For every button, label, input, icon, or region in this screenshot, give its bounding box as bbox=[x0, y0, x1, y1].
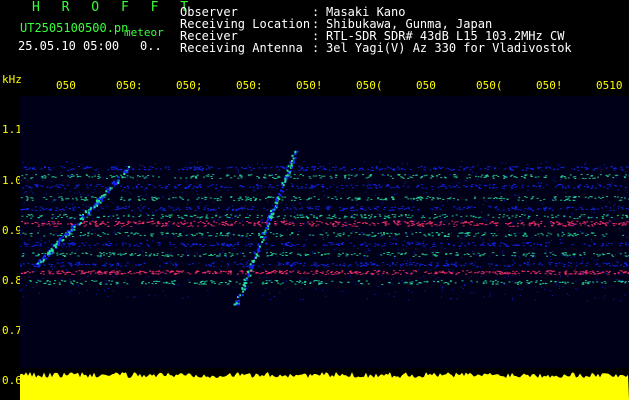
x-tick-label: 050! bbox=[296, 79, 323, 92]
app-title: H R O F F T bbox=[32, 0, 196, 15]
x-tick-label: 050 bbox=[56, 79, 76, 92]
x-tick-label: 050! bbox=[536, 79, 563, 92]
y-axis-unit: kHz bbox=[2, 73, 22, 86]
file-name: UT2505100500.pn bbox=[20, 21, 129, 35]
spectrogram-plot bbox=[20, 96, 629, 368]
info-key-antenna: Receiving Antenna bbox=[180, 41, 303, 55]
hrofft-window: { "header": { "title": "H R O F F T", "f… bbox=[0, 0, 629, 400]
x-tick-label: 050; bbox=[176, 79, 203, 92]
info-value-antenna: 3el Yagi(V) Az 330 for Vladivostok bbox=[326, 41, 572, 55]
y-tick-label: 0.6 bbox=[2, 374, 22, 387]
y-tick-label: 0.7 bbox=[2, 324, 22, 337]
y-tick-label: 1.0 bbox=[2, 174, 22, 187]
y-tick-label: 0.8 bbox=[2, 274, 22, 287]
meteor-label: meteor bbox=[124, 26, 164, 39]
x-tick-label: 050( bbox=[356, 79, 383, 92]
meteor-count: 0.. bbox=[140, 39, 162, 53]
x-tick-label: 050 bbox=[416, 79, 436, 92]
amplitude-strip bbox=[20, 372, 629, 400]
y-tick-label: 0.9 bbox=[2, 224, 22, 237]
x-tick-label: 050: bbox=[236, 79, 263, 92]
info-colon: : bbox=[312, 41, 320, 55]
datetime-label: 25.05.10 05:00 bbox=[18, 39, 120, 53]
y-tick-label: 1.1 bbox=[2, 123, 22, 136]
x-tick-label: 0510 bbox=[596, 79, 623, 92]
x-tick-label: 050: bbox=[116, 79, 143, 92]
x-tick-label: 050( bbox=[476, 79, 503, 92]
amplitude-fill bbox=[20, 372, 629, 400]
